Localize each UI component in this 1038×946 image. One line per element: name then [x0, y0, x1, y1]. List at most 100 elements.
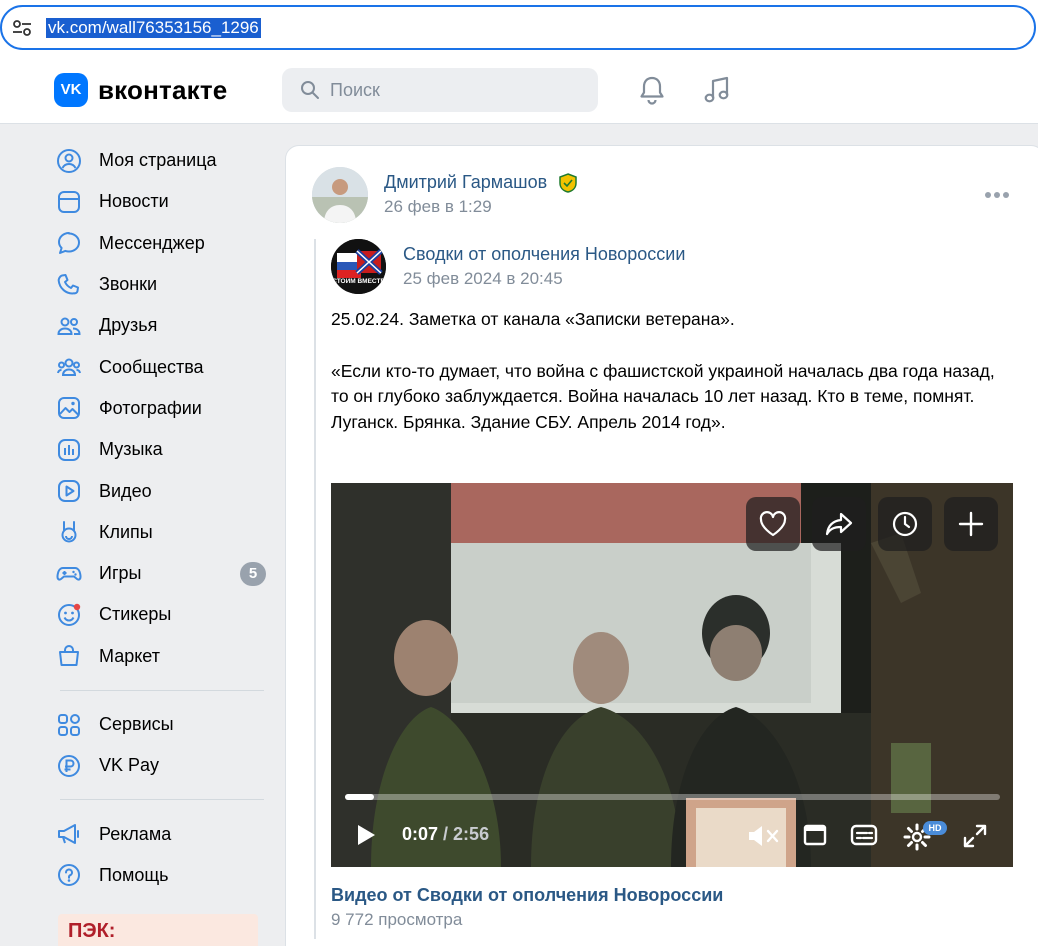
shield-emoji-icon — [559, 173, 577, 193]
post-text-line: 25.02.24. Заметка от канала «Записки вет… — [331, 309, 735, 329]
sidebar-item-help[interactable]: Помощь — [56, 855, 268, 896]
play-icon[interactable] — [355, 823, 377, 847]
heart-icon — [759, 511, 787, 537]
video-player[interactable]: 0:07 / 2:56 HD — [331, 483, 1013, 867]
plus-icon — [958, 511, 984, 537]
add-video-button[interactable] — [944, 497, 998, 551]
repost-source-name[interactable]: Сводки от ополчения Новороссии — [403, 244, 685, 265]
sidebar-divider — [60, 689, 264, 691]
post-text: 25.02.24. Заметка от канала «Записки вет… — [331, 307, 1001, 436]
sidebar-item-market[interactable]: Маркет — [56, 636, 268, 677]
sidebar-item-label: Звонки — [99, 274, 158, 295]
music-note-icon[interactable] — [701, 74, 733, 106]
sidebar-item-label: Реклама — [99, 823, 172, 844]
clock-icon — [892, 511, 918, 537]
sidebar-item-music[interactable]: Музыка — [56, 429, 268, 470]
sidebar-item-label: Моя страница — [99, 150, 217, 171]
sidebar-item-vk-pay[interactable]: VK Pay — [56, 745, 268, 786]
vk-logo-icon[interactable]: VK — [54, 73, 88, 107]
sidebar-item-label: VK Pay — [99, 755, 160, 776]
sidebar-item-label: Сообщества — [99, 356, 204, 377]
sidebar-item-news[interactable]: Новости — [56, 181, 268, 222]
gamepad-icon — [56, 561, 82, 587]
site-settings-icon[interactable] — [12, 19, 32, 37]
search-input[interactable] — [330, 68, 580, 112]
sidebar-item-label: Музыка — [99, 439, 163, 460]
sidebar-ad-banner[interactable]: ПЭК: — [58, 914, 258, 946]
communities-icon — [56, 354, 82, 380]
sidebar-item-label: Сервисы — [99, 714, 174, 734]
sidebar-item-messenger[interactable]: Мессенджер — [56, 223, 268, 264]
sidebar-item-label: Помощь — [99, 864, 169, 885]
ad-brand-text: ПЭК: — [68, 920, 116, 942]
user-circle-icon — [56, 148, 82, 174]
sticker-icon — [56, 602, 82, 628]
sidebar-item-label: Мессенджер — [99, 232, 205, 253]
post-date[interactable]: 26 фев в 1:29 — [384, 197, 492, 217]
source-avatar[interactable]: СТОИМ ВМЕСТЕ — [331, 239, 386, 294]
clips-icon — [56, 519, 82, 545]
sidebar-item-label: Друзья — [99, 315, 158, 336]
sidebar-item-my-page[interactable]: Моя страница — [56, 140, 268, 181]
services-grid-icon — [56, 712, 82, 738]
video-progress-fill — [345, 794, 375, 800]
video-time: 0:07 / 2:56 — [402, 824, 489, 845]
mute-icon[interactable] — [747, 823, 781, 849]
video-view-count: 9 772 просмотра — [331, 910, 463, 929]
sidebar-item-communities[interactable]: Сообщества — [56, 346, 268, 387]
vk-logo-text[interactable]: вконтакте — [98, 73, 227, 107]
author-avatar[interactable] — [312, 167, 368, 223]
market-bag-icon — [56, 643, 82, 669]
games-count-badge: 5 — [240, 561, 266, 586]
search-icon — [301, 81, 319, 99]
subtitles-icon[interactable] — [850, 823, 878, 847]
sidebar-item-ads[interactable]: Реклама — [56, 813, 268, 854]
sidebar-item-services[interactable]: Сервисы — [56, 704, 268, 745]
repost-date[interactable]: 25 фев 2024 в 20:45 — [403, 269, 563, 289]
post-text-line: Луганск. Брянка. Здание СБУ. Апрель 2014… — [331, 412, 726, 433]
sidebar-item-games[interactable]: Игры 5 — [56, 553, 268, 594]
miniplayer-icon[interactable] — [803, 823, 827, 847]
sidebar-item-video[interactable]: Видео — [56, 470, 268, 511]
hd-quality-badge: HD — [923, 821, 947, 835]
bell-icon[interactable] — [636, 74, 668, 106]
search-box[interactable] — [282, 68, 598, 112]
friends-icon — [56, 313, 82, 339]
share-video-button[interactable] — [812, 497, 866, 551]
sidebar-item-clips[interactable]: Клипы — [56, 512, 268, 553]
more-options-icon[interactable] — [985, 192, 1009, 200]
sidebar-item-label: Новости — [99, 191, 169, 212]
ruble-icon — [56, 753, 82, 779]
post-author-name[interactable]: Дмитрий Гармашов — [384, 172, 547, 193]
photo-icon — [56, 395, 82, 421]
news-icon — [56, 189, 82, 215]
phone-icon — [56, 272, 82, 298]
post-text-line: «Если кто-то думает, что война с фашистс… — [331, 360, 995, 407]
vk-header: VK вконтакте — [0, 56, 1038, 124]
source-avatar-text: СТОИМ ВМЕСТЕ — [332, 278, 385, 285]
video-duration: / 2:56 — [443, 824, 490, 844]
video-icon — [56, 478, 82, 504]
address-bar[interactable]: vk.com/wall76353156_1296 — [0, 5, 1036, 50]
help-icon — [56, 862, 82, 888]
video-progress-bar[interactable] — [345, 794, 1000, 800]
video-title-link[interactable]: Видео от Сводки от ополчения Новороссии — [331, 885, 723, 906]
watch-later-button[interactable] — [878, 497, 932, 551]
sidebar-item-stickers[interactable]: Стикеры — [56, 594, 268, 635]
sidebar-item-label: Видео — [99, 480, 152, 501]
share-arrow-icon — [825, 512, 853, 536]
sidebar-item-calls[interactable]: Звонки — [56, 264, 268, 305]
fullscreen-icon[interactable] — [962, 823, 988, 849]
sidebar-item-label: Стикеры — [99, 604, 172, 625]
sidebar-item-photos[interactable]: Фотографии — [56, 388, 268, 429]
url-text[interactable]: vk.com/wall76353156_1296 — [46, 18, 261, 38]
sidebar-divider — [60, 799, 264, 801]
sidebar-item-label: Фотографии — [99, 397, 202, 418]
sidebar-item-label: Игры — [99, 563, 142, 584]
sidebar-item-friends[interactable]: Друзья — [56, 305, 268, 346]
like-video-button[interactable] — [746, 497, 800, 551]
music-icon — [56, 437, 82, 463]
video-current-time: 0:07 — [402, 824, 439, 844]
chat-bubble-icon — [56, 230, 82, 256]
sidebar-item-label: Клипы — [99, 521, 153, 542]
